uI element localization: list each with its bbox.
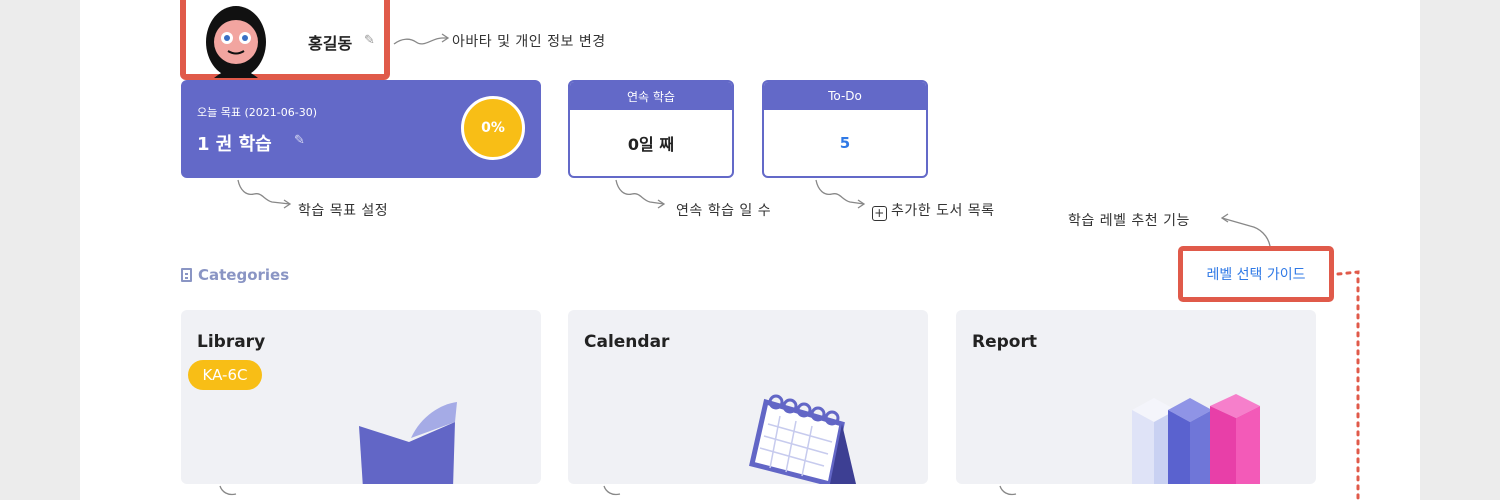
todo-card[interactable]: To-Do 5 [762, 80, 928, 178]
calendar-card[interactable]: Calendar [568, 310, 928, 484]
report-card[interactable]: Report [956, 310, 1316, 484]
level-guide-highlight: 레벨 선택 가이드 [1178, 246, 1334, 302]
goal-card[interactable]: 오늘 목표 (2021-06-30) 1 권 학습 ✎ 0% [181, 80, 541, 178]
calendar-icon [749, 394, 856, 484]
dotted-connector [1336, 270, 1360, 500]
pencil-icon[interactable]: ✎ [294, 133, 305, 148]
level-guide-link[interactable]: 레벨 선택 가이드 [1206, 264, 1305, 284]
plus-icon: + [872, 205, 887, 221]
note-goal: 학습 목표 설정 [298, 203, 389, 219]
streak-value: 0일 째 [627, 135, 675, 154]
library-title: Library [197, 332, 266, 352]
calendar-title: Calendar [584, 332, 670, 352]
bar-chart-icon [1132, 394, 1260, 484]
todo-header: To-Do [764, 82, 926, 110]
library-card[interactable]: Library KA-6C [181, 310, 541, 484]
goal-progress-circle: 0% [461, 96, 525, 160]
streak-card[interactable]: 연속 학습 0일 째 [568, 80, 734, 178]
streak-header: 연속 학습 [570, 82, 732, 110]
document-icon [181, 268, 192, 282]
level-badge: KA-6C [188, 360, 262, 390]
todo-value: 5 [839, 134, 851, 152]
note-todo: + 추가한 도서 목록 [872, 200, 995, 221]
pencil-icon[interactable]: ✎ [364, 33, 375, 48]
username: 홍길동 [308, 34, 353, 53]
categories-text: Categories [198, 266, 290, 284]
main-page: 홍길동 ✎ 아바타 및 개인 정보 변경 오늘 목표 (2021-06-30) … [80, 0, 1420, 500]
note-todo-text: 추가한 도서 목록 [891, 203, 995, 219]
profile-section[interactable]: 홍길동 ✎ [180, 0, 390, 80]
note-streak: 연속 학습 일 수 [676, 203, 772, 219]
avatar[interactable] [204, 2, 268, 78]
goal-title: 1 권 학습 [197, 134, 272, 155]
book-icon [359, 402, 457, 484]
note-avatar: 아바타 및 개인 정보 변경 [452, 34, 606, 50]
goal-date: 오늘 목표 (2021-06-30) [197, 106, 317, 119]
report-title: Report [972, 332, 1037, 352]
note-level: 학습 레벨 추천 기능 [1068, 213, 1190, 229]
categories-label: Categories [181, 266, 289, 284]
